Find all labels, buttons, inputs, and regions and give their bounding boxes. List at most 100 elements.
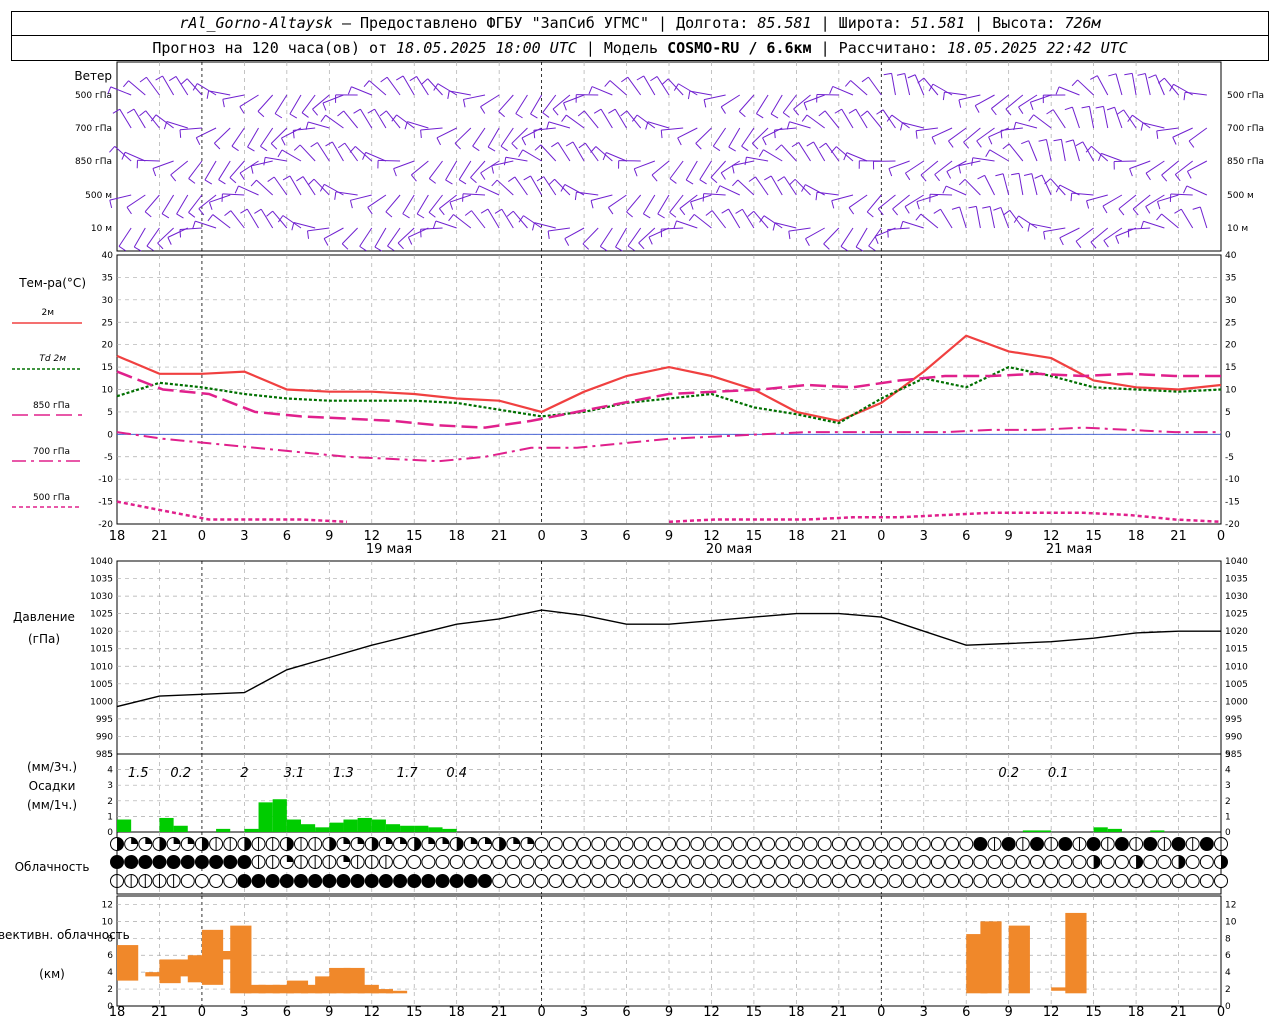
y-tick-right: 0 bbox=[1225, 828, 1231, 838]
wind-barb bbox=[1180, 208, 1194, 229]
wind-barb-flag bbox=[277, 149, 283, 158]
wind-barb bbox=[823, 227, 840, 245]
wind-barb bbox=[463, 193, 486, 196]
wind-barb bbox=[1086, 194, 1108, 202]
wind-barb-flag bbox=[1188, 140, 1195, 148]
wind-barb bbox=[257, 94, 274, 112]
wind-barb-flag bbox=[793, 108, 800, 116]
wind-barb bbox=[824, 110, 840, 129]
wind-barb-flag bbox=[744, 157, 747, 166]
cloud-mark bbox=[1093, 855, 1101, 869]
wind-barb bbox=[816, 191, 839, 196]
wind-barb bbox=[313, 178, 330, 196]
wind-barb bbox=[436, 127, 457, 139]
wind-barb bbox=[667, 78, 684, 96]
cloud-circle bbox=[746, 837, 761, 851]
cloud-mark bbox=[145, 837, 152, 844]
wind-barb bbox=[454, 127, 472, 144]
wind-barb-flag bbox=[829, 86, 834, 95]
wind-barb-flag bbox=[480, 172, 486, 180]
hour-label: 18 bbox=[109, 1005, 126, 1020]
wind-barb bbox=[293, 127, 316, 131]
cloud-circle bbox=[916, 837, 931, 851]
wind-barb-flag bbox=[323, 238, 329, 246]
cloud-circle bbox=[110, 855, 124, 869]
wind-barb bbox=[548, 121, 571, 129]
wind-barb-flag bbox=[805, 238, 810, 246]
cloud-circle bbox=[789, 855, 804, 869]
wind-barb-flag bbox=[1156, 130, 1159, 139]
wind-barb bbox=[923, 77, 939, 96]
cloud-mark bbox=[173, 837, 181, 844]
y-tick-left: 5 bbox=[107, 408, 113, 418]
wind-barb-flag bbox=[762, 137, 767, 146]
wind-barb-flag bbox=[1029, 102, 1034, 110]
wind-level-850hpa: 850 гПа bbox=[75, 157, 112, 167]
wind-barb-flag bbox=[139, 110, 147, 117]
wind-barb bbox=[374, 227, 387, 248]
wind-barb-flag bbox=[139, 76, 147, 83]
wind-barb-flag bbox=[1186, 171, 1192, 179]
cloud-circle bbox=[945, 855, 960, 869]
wind-barb-flag bbox=[274, 113, 283, 119]
wind-barb-flag bbox=[830, 146, 837, 153]
cloud-circle bbox=[860, 855, 875, 869]
cloud-circle bbox=[633, 874, 648, 888]
wind-barb bbox=[1157, 194, 1179, 202]
wind-barb-flag bbox=[735, 208, 743, 214]
cloud-circle bbox=[1058, 837, 1073, 851]
cloud-circle bbox=[746, 855, 761, 869]
wind-barb-flag bbox=[306, 230, 310, 239]
cloud-circle bbox=[1157, 874, 1172, 888]
wind-barb bbox=[212, 214, 231, 229]
cloud-circle bbox=[846, 837, 860, 851]
hour-label: 9 bbox=[665, 1005, 673, 1020]
wind-barb-flag bbox=[990, 108, 997, 116]
wind-barb bbox=[877, 194, 896, 210]
legend-850: 850 гПа bbox=[33, 401, 70, 411]
wind-barb-flag bbox=[518, 149, 524, 157]
wind-barb-flag bbox=[942, 92, 945, 101]
wind-barb-flag bbox=[748, 176, 756, 182]
wind-barb-flag bbox=[432, 220, 437, 229]
y-tick-right: 990 bbox=[1225, 732, 1242, 742]
wind-barb-flag bbox=[883, 72, 892, 76]
wind-barb bbox=[420, 127, 443, 131]
wind-barb bbox=[1000, 207, 1010, 229]
cloud-circle bbox=[662, 874, 676, 888]
y-tick-left: 10 bbox=[102, 386, 114, 396]
cloud-circle bbox=[562, 837, 577, 851]
wind-barb bbox=[343, 110, 359, 129]
conv-bar bbox=[1008, 925, 1030, 994]
cloud-circle bbox=[1015, 874, 1030, 888]
wind-barb-flag bbox=[600, 245, 608, 252]
cloud-circle bbox=[478, 874, 492, 888]
wind-barb bbox=[420, 227, 443, 230]
wind-barb bbox=[378, 159, 401, 162]
wind-barb bbox=[840, 227, 854, 247]
precip-unit-3h: (мм/3ч.) bbox=[27, 760, 77, 774]
wind-barb-flag bbox=[491, 179, 498, 187]
cloud-mark bbox=[428, 837, 435, 844]
wind-barb-flag bbox=[588, 86, 593, 95]
cloud-mark bbox=[131, 837, 138, 844]
y-tick-right: 10 bbox=[1225, 386, 1237, 396]
wind-barb bbox=[781, 144, 797, 162]
y-tick-right: 0 bbox=[1225, 1002, 1231, 1012]
wind-barb bbox=[416, 194, 429, 215]
y-tick-left: 1005 bbox=[90, 680, 113, 690]
wind-barb-flag bbox=[1148, 74, 1156, 79]
wind-barb bbox=[344, 142, 359, 162]
y-tick-left: 40 bbox=[102, 251, 114, 261]
cloud-circle bbox=[973, 874, 988, 888]
cloud-circle bbox=[180, 855, 195, 869]
cloud-circle bbox=[732, 855, 747, 869]
wind-barb-flag bbox=[791, 142, 799, 148]
wind-barb bbox=[751, 127, 769, 144]
cloud-circle bbox=[577, 874, 592, 888]
wind-barb-flag bbox=[204, 179, 213, 185]
wind-level-500m: 500 м bbox=[85, 191, 112, 201]
cloud-circle bbox=[1001, 874, 1016, 888]
wind-barb-flag bbox=[1102, 205, 1108, 214]
cloud-mark bbox=[513, 837, 520, 844]
